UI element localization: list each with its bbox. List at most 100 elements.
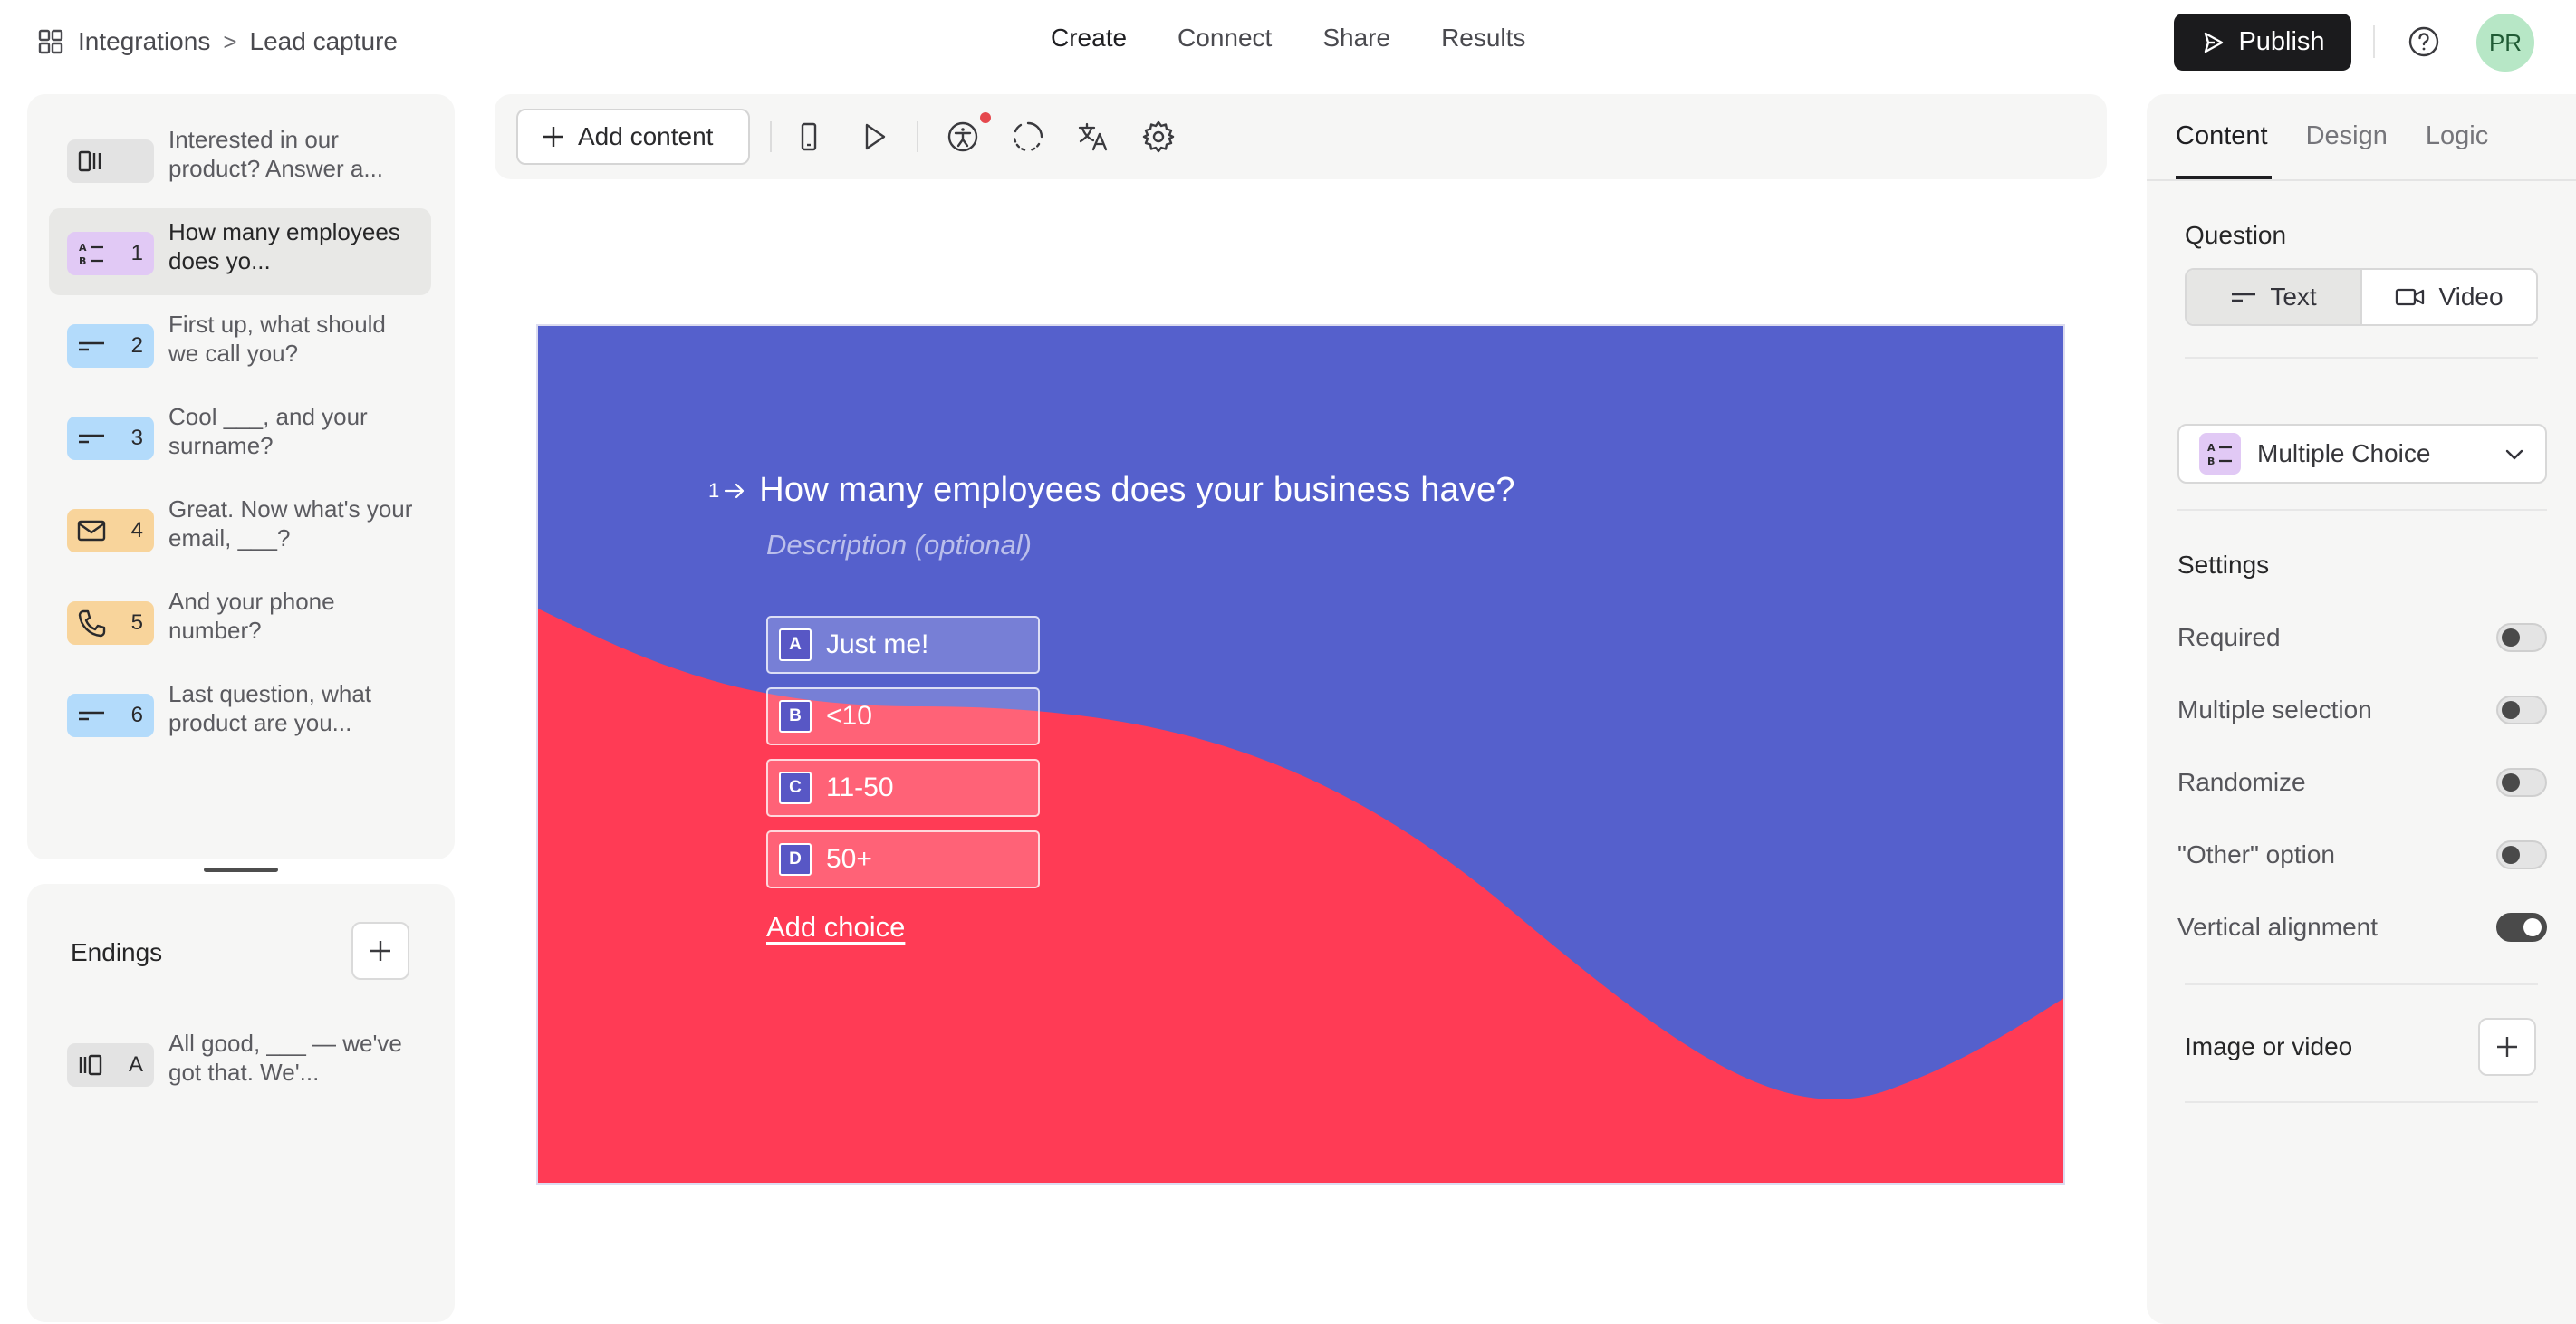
help-icon[interactable] <box>2408 25 2440 58</box>
mobile-preview-icon[interactable] <box>792 120 826 154</box>
main-nav: Create Connect Share Results <box>1051 24 1525 60</box>
setting-label: "Other" option <box>2177 840 2335 868</box>
choice-label[interactable]: 50+ <box>826 844 872 875</box>
tab-results[interactable]: Results <box>1441 24 1525 60</box>
question-item-2[interactable]: 2 First up, what should we call you? <box>49 301 431 388</box>
tabs-divider <box>2147 179 2576 181</box>
question-item-text: First up, what should we call you? <box>168 311 386 367</box>
setting-multiple-selection: Multiple selection <box>2177 692 2547 728</box>
email-icon <box>77 520 106 542</box>
multiple-choice-badge: A B <box>2199 433 2241 475</box>
tab-share[interactable]: Share <box>1322 24 1390 60</box>
question-title-input[interactable]: How many employees does your business ha… <box>759 471 1515 510</box>
question-item-text: How many employees does yo... <box>168 218 400 274</box>
question-type-badge: 6 <box>67 694 154 737</box>
text-lines-icon <box>2232 293 2256 302</box>
add-choice-link[interactable]: Add choice <box>766 911 905 944</box>
format-video-label: Video <box>2438 283 2504 311</box>
question-item-welcome[interactable]: Interested in our product? Answer a... <box>49 116 431 203</box>
question-description-input[interactable]: Description (optional) <box>766 529 1032 561</box>
toolbar-divider <box>770 121 772 152</box>
breadcrumb-current[interactable]: Lead capture <box>250 27 398 56</box>
tab-logic[interactable]: Logic <box>2426 121 2488 151</box>
short-text-icon <box>79 711 104 721</box>
add-ending-button[interactable] <box>351 922 409 980</box>
svg-text:A: A <box>2207 442 2216 454</box>
question-item-text: Last question, what product are you... <box>168 680 372 736</box>
question-item-text: Cool ___, and your surname? <box>168 403 368 459</box>
question-item-text: Interested in our product? Answer a... <box>168 126 384 182</box>
format-video-option[interactable]: Video <box>2362 270 2536 324</box>
settings-gear-icon[interactable] <box>1141 120 1176 154</box>
tab-connect[interactable]: Connect <box>1177 24 1272 60</box>
publish-button[interactable]: Publish <box>2174 14 2351 71</box>
workspace-grid-icon[interactable] <box>36 27 65 56</box>
send-icon <box>2205 32 2224 53</box>
question-list-panel: Interested in our product? Answer a... A… <box>27 94 455 859</box>
question-type-value: Multiple Choice <box>2257 439 2431 467</box>
question-number: 2 <box>130 333 143 358</box>
question-item-5[interactable]: 5 And your phone number? <box>49 578 431 665</box>
format-text-option[interactable]: Text <box>2187 270 2362 324</box>
breadcrumb-separator: > <box>223 27 237 55</box>
choice-label[interactable]: Just me! <box>826 629 928 660</box>
top-divider <box>2373 25 2375 58</box>
tab-create[interactable]: Create <box>1051 24 1127 60</box>
choice-key: B <box>779 700 812 733</box>
question-format-toggle: Text Video <box>2185 268 2538 326</box>
question-type-badge: 2 <box>67 324 154 368</box>
settings-heading: Settings <box>2177 551 2270 579</box>
choice-a[interactable]: A Just me! <box>766 616 1040 674</box>
ending-item-a[interactable]: A All good, ___ — we've got that. We'... <box>49 1020 431 1107</box>
question-slide-preview[interactable]: 1 How many employees does your business … <box>536 324 2065 1185</box>
choice-label[interactable]: <10 <box>826 701 872 732</box>
choice-c[interactable]: C 11-50 <box>766 759 1040 817</box>
question-item-1[interactable]: A B 1 How many employees does yo... <box>49 208 431 295</box>
other-option-toggle[interactable] <box>2496 840 2547 869</box>
question-heading: Question <box>2185 221 2287 249</box>
accessibility-icon[interactable] <box>946 120 980 154</box>
svg-text:A: A <box>79 242 87 254</box>
add-media-button[interactable] <box>2478 1018 2536 1076</box>
tab-design[interactable]: Design <box>2306 121 2388 151</box>
question-number: 5 <box>130 610 143 635</box>
choice-label[interactable]: 11-50 <box>826 772 894 803</box>
multiple-selection-toggle[interactable] <box>2496 696 2547 724</box>
question-type-badge: 3 <box>67 417 154 460</box>
top-bar: Integrations > Lead capture Create Conne… <box>0 0 2576 83</box>
svg-text:B: B <box>2207 456 2215 467</box>
vertical-alignment-toggle[interactable] <box>2496 913 2547 942</box>
tab-content[interactable]: Content <box>2176 121 2268 151</box>
section-divider <box>2185 1101 2538 1103</box>
notification-dot <box>980 112 991 123</box>
slide-wave-background <box>538 326 2063 1183</box>
properties-tabs: Content Design Logic <box>2176 121 2488 151</box>
avatar[interactable]: PR <box>2476 14 2534 72</box>
choice-key: C <box>779 772 812 804</box>
question-item-3[interactable]: 3 Cool ___, and your surname? <box>49 393 431 480</box>
breadcrumb-root-link[interactable]: Integrations <box>78 27 210 56</box>
question-type-select[interactable]: A B Multiple Choice <box>2177 424 2547 484</box>
add-content-label: Add content <box>578 122 714 150</box>
choice-key: A <box>779 628 812 661</box>
arrow-right-icon <box>725 483 745 498</box>
play-preview-icon[interactable] <box>857 120 891 154</box>
loading-progress-icon[interactable] <box>1011 120 1045 154</box>
video-camera-icon <box>2396 288 2425 306</box>
short-text-icon <box>79 434 104 444</box>
question-item-4[interactable]: 4 Great. Now what's your email, ___? <box>49 485 431 572</box>
endings-panel: Endings A All good, ___ — we've got that… <box>27 884 455 1322</box>
ending-screen-icon <box>79 1054 102 1076</box>
choice-d[interactable]: D 50+ <box>766 830 1040 888</box>
question-index: 1 <box>708 478 720 502</box>
translate-icon[interactable] <box>1076 120 1110 154</box>
panel-resize-handle[interactable] <box>204 868 278 872</box>
format-text-label: Text <box>2270 283 2317 311</box>
choice-b[interactable]: B <10 <box>766 687 1040 745</box>
question-heading-row: 1 How many employees does your business … <box>708 471 1515 510</box>
randomize-toggle[interactable] <box>2496 768 2547 797</box>
add-content-button[interactable]: Add content <box>516 109 750 165</box>
question-item-6[interactable]: 6 Last question, what product are you... <box>49 670 431 757</box>
required-toggle[interactable] <box>2496 623 2547 652</box>
short-text-icon <box>79 341 104 351</box>
